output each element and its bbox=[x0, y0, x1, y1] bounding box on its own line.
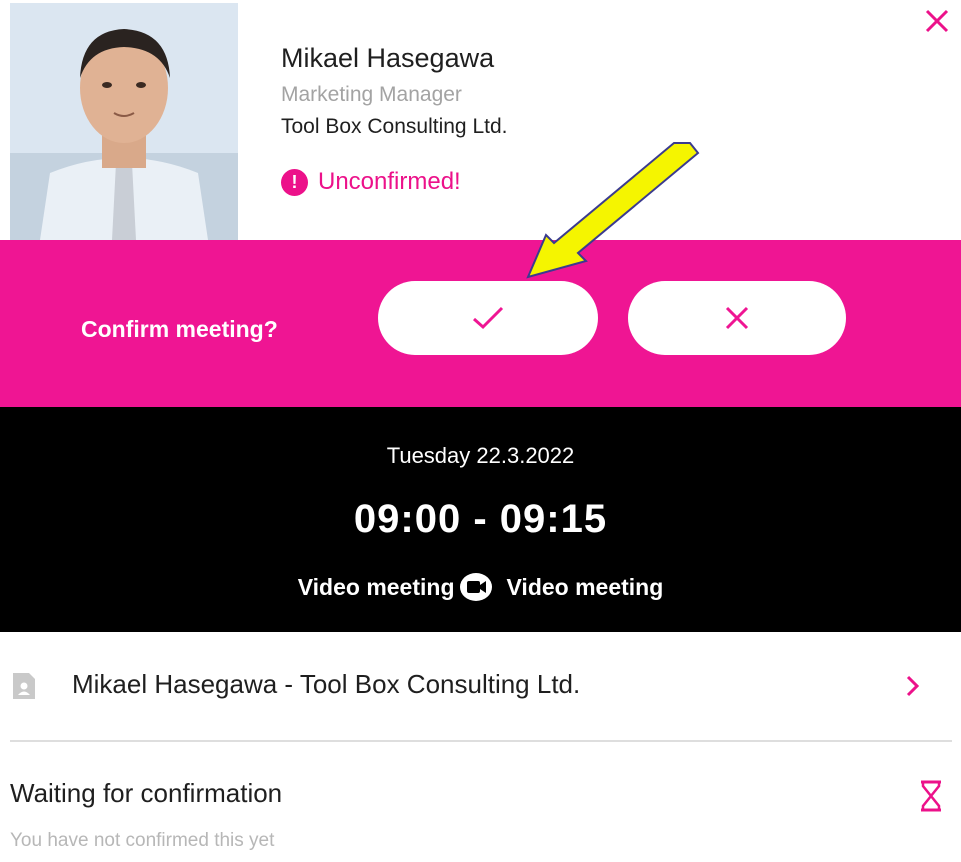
meeting-type: Video meeting bbox=[297, 573, 455, 600]
confirm-meeting-bar: Confirm meeting? bbox=[0, 240, 961, 407]
close-icon[interactable] bbox=[920, 4, 954, 38]
participant-row[interactable]: Mikael Hasegawa - Tool Box Consulting Lt… bbox=[0, 655, 961, 730]
meeting-time-block: Tuesday 22.3.2022 09:00 - 09:15 Video me… bbox=[0, 407, 961, 632]
status-indicator: ! Unconfirmed! bbox=[281, 168, 461, 196]
exclamation-icon: ! bbox=[281, 168, 308, 196]
contact-company: Tool Box Consulting Ltd. bbox=[281, 115, 508, 138]
contact-header: Mikael Hasegawa Marketing Manager Tool B… bbox=[0, 0, 961, 240]
document-icon bbox=[13, 673, 35, 699]
status-text: Unconfirmed! bbox=[318, 168, 461, 195]
waiting-title: Waiting for confirmation bbox=[10, 778, 283, 808]
waiting-subtitle: You have not confirmed this yet bbox=[10, 830, 275, 851]
meeting-location-label: Video meeting bbox=[506, 573, 664, 600]
checkmark-icon bbox=[473, 306, 504, 330]
confirm-decline-button[interactable] bbox=[628, 281, 846, 355]
divider bbox=[10, 740, 952, 742]
meeting-location: Video meeting Video meeting bbox=[0, 572, 961, 602]
video-camera-icon bbox=[459, 572, 495, 602]
hourglass-icon bbox=[921, 780, 941, 812]
confirm-meeting-label: Confirm meeting? bbox=[81, 316, 278, 342]
contact-job-title: Marketing Manager bbox=[281, 83, 462, 106]
confirm-accept-button[interactable] bbox=[378, 281, 598, 355]
meeting-date: Tuesday 22.3.2022 bbox=[386, 443, 575, 468]
contact-avatar bbox=[10, 3, 238, 240]
contact-name: Mikael Hasegawa bbox=[281, 43, 495, 73]
chevron-right-icon bbox=[906, 675, 920, 697]
close-icon bbox=[725, 306, 749, 330]
meeting-time: 09:00 - 09:15 bbox=[353, 497, 608, 541]
participant-row-label: Mikael Hasegawa - Tool Box Consulting Lt… bbox=[72, 669, 581, 699]
